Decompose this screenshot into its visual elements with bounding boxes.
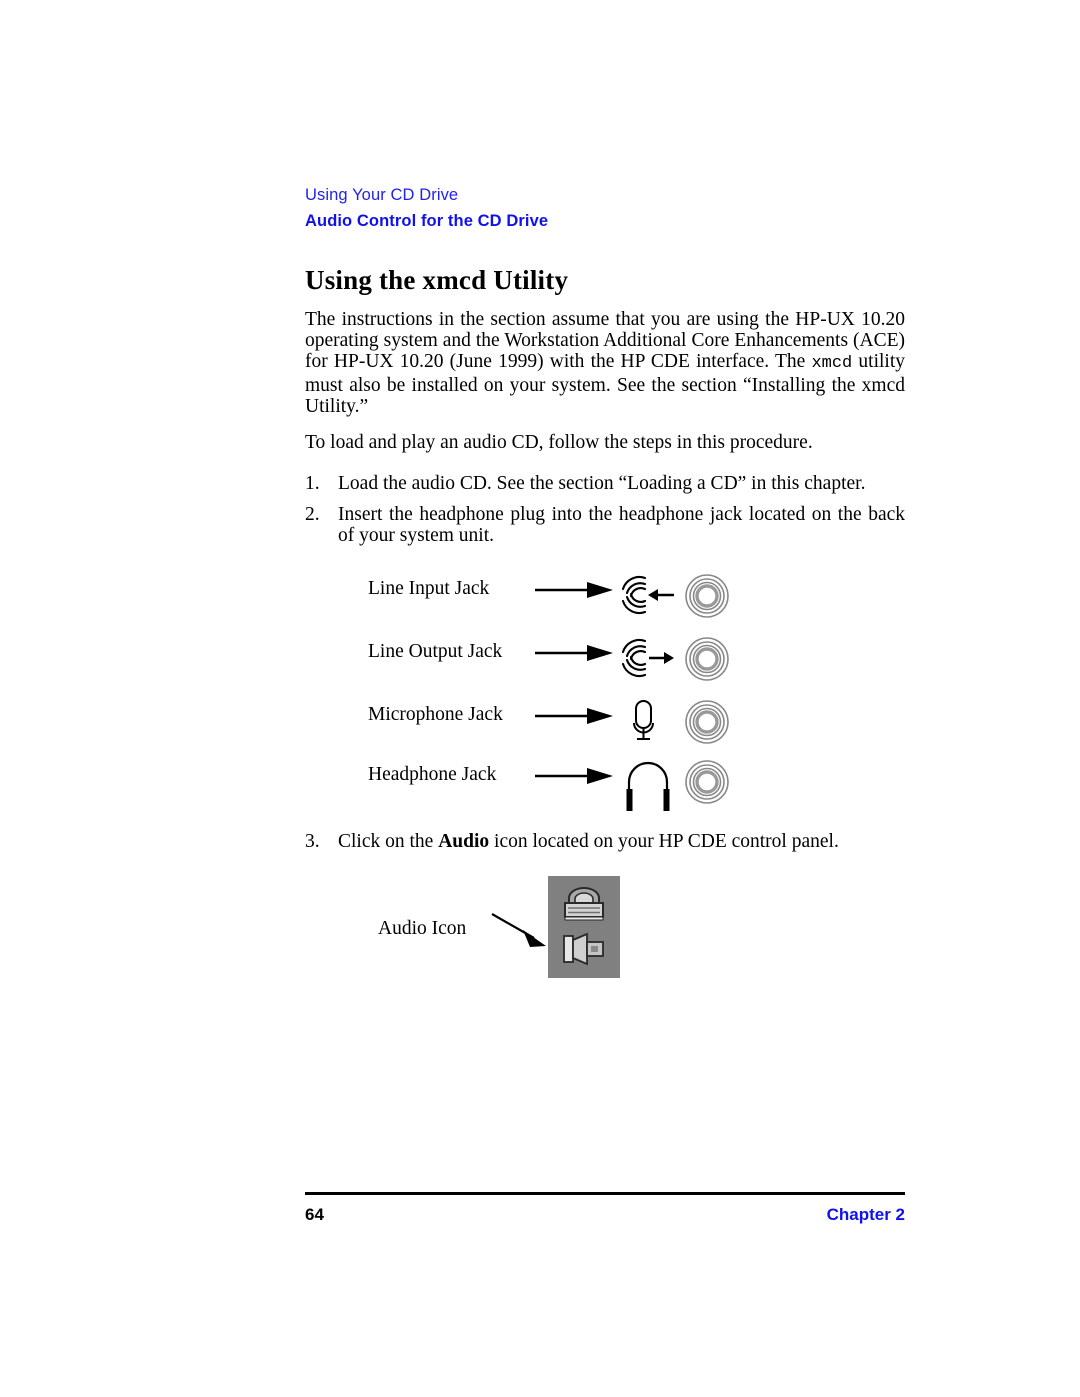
jack-row: Line Output Jack (360, 633, 760, 689)
jack-row: Headphone Jack (360, 756, 760, 812)
pointer-arrow-diagonal-icon (490, 910, 552, 955)
step-3-number: 3. (305, 831, 320, 852)
audio-jack-port-icon (683, 635, 731, 688)
microphone-icon (620, 696, 676, 751)
jack-label-line-input: Line Input Jack (368, 578, 490, 599)
jack-label-microphone: Microphone Jack (368, 704, 503, 725)
footer-rule (305, 1192, 905, 1195)
footer-page-number: 64 (305, 1205, 324, 1224)
audio-icon-figure: Audio Icon (378, 876, 638, 986)
jack-label-line-output: Line Output Jack (368, 641, 503, 662)
headphone-icon (620, 756, 676, 819)
page-title: Using the xmcd Utility (305, 265, 569, 295)
step-3-pre: Click on the (338, 831, 439, 852)
audio-jacks-figure: Line Input Jack Line Output Jack Microph… (360, 570, 760, 815)
audio-icon-label: Audio Icon (378, 918, 467, 939)
procedure-step-3: 3. Click on the Audio icon located on yo… (305, 831, 905, 852)
line-output-waves-icon (620, 633, 676, 688)
audio-jack-port-icon (683, 758, 731, 811)
step-1-number: 1. (305, 473, 320, 494)
intro-mono-xmcd: xmcd (811, 354, 853, 374)
jack-row: Microphone Jack (360, 696, 760, 752)
step-2-number: 2. (305, 504, 320, 525)
procedure-lead-in: To load and play an audio CD, follow the… (305, 432, 813, 453)
cd-player-icon[interactable] (559, 884, 609, 927)
pointer-arrow-icon (535, 706, 615, 731)
pointer-arrow-icon (535, 580, 615, 605)
running-header-subsection: Audio Control for the CD Drive (305, 212, 549, 230)
pointer-arrow-icon (535, 766, 615, 791)
speaker-icon[interactable] (561, 930, 609, 973)
jack-label-headphone: Headphone Jack (368, 764, 497, 785)
jack-row: Line Input Jack (360, 570, 760, 626)
procedure-step-2: 2. Insert the headphone plug into the he… (305, 504, 905, 546)
audio-jack-port-icon (683, 698, 731, 751)
step-2-text: Insert the headphone plug into the headp… (338, 504, 905, 547)
intro-paragraph: The instructions in the section assume t… (305, 309, 905, 417)
step-3-emphasis: Audio (438, 831, 490, 852)
pointer-arrow-icon (535, 643, 615, 668)
document-page: Using Your CD Drive Audio Control for th… (0, 0, 1080, 1397)
hp-cde-audio-control-panel[interactable] (548, 876, 620, 978)
step-3-text: Click on the Audio icon located on your … (338, 831, 905, 852)
line-input-waves-icon (620, 570, 676, 625)
running-header-section: Using Your CD Drive (305, 186, 459, 204)
procedure-step-1: 1. Load the audio CD. See the section “L… (305, 473, 905, 494)
step-1-text: Load the audio CD. See the section “Load… (338, 473, 866, 494)
footer-chapter-label: Chapter 2 (826, 1205, 905, 1224)
step-3-post: icon located on your HP CDE control pane… (489, 831, 839, 852)
audio-jack-port-icon (683, 572, 731, 625)
